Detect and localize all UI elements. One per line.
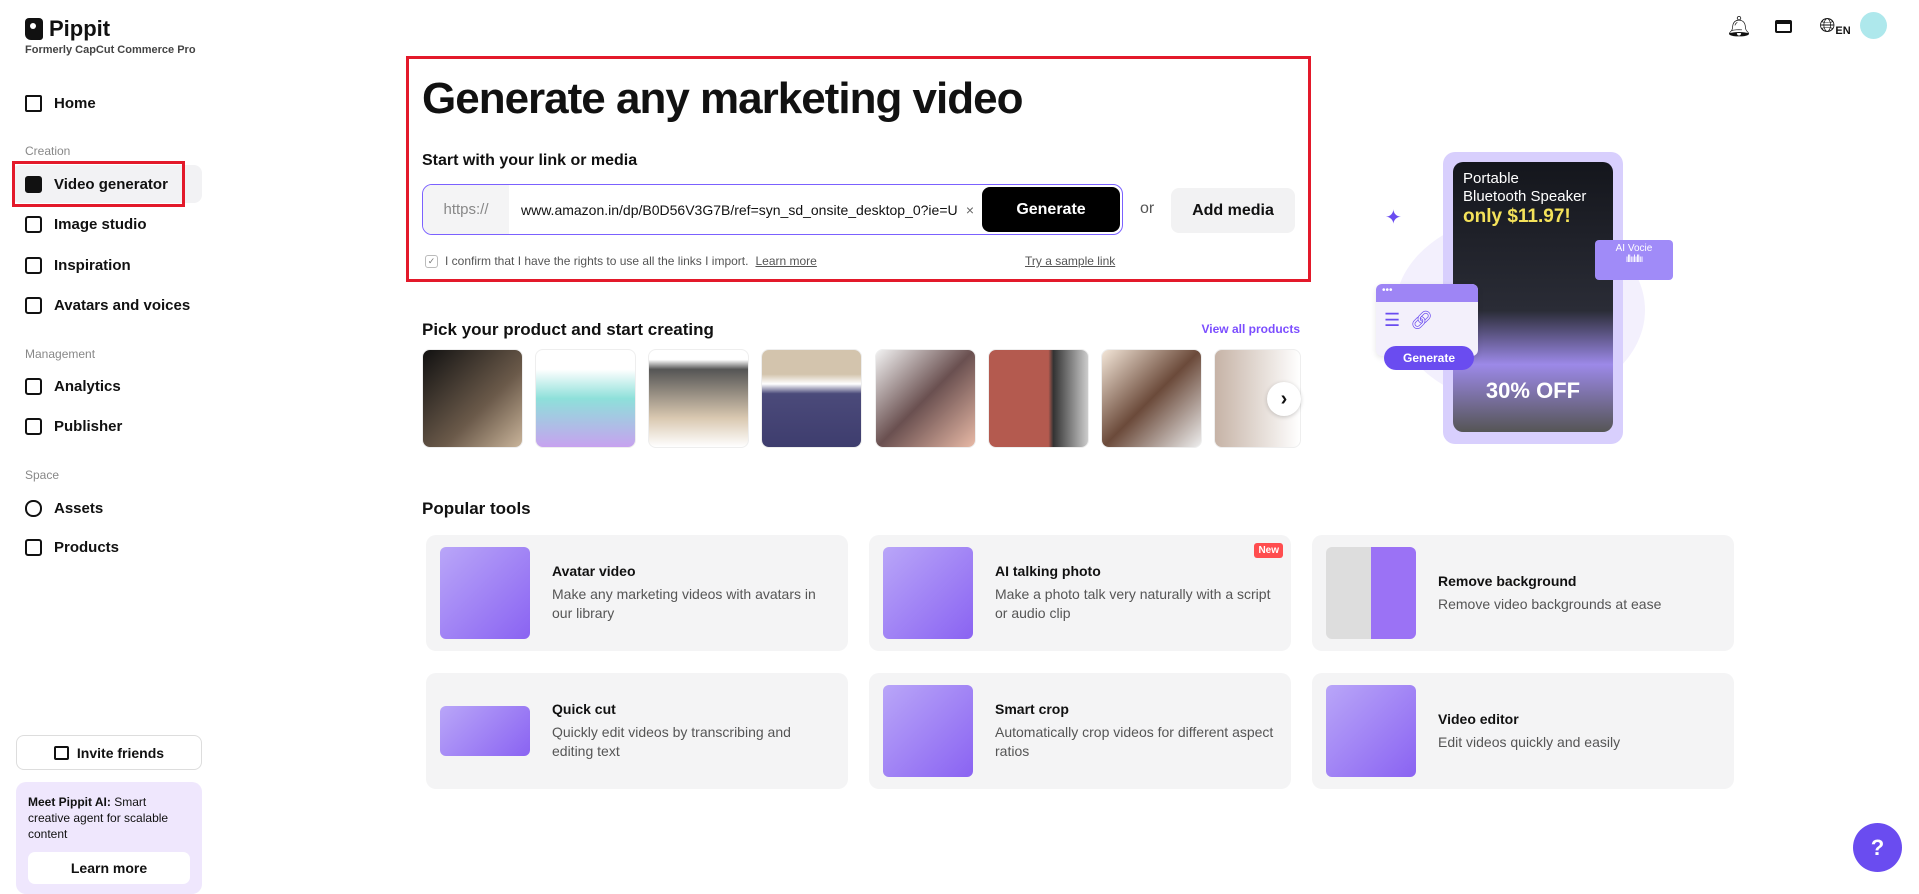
next-arrow-button[interactable]: › (1267, 382, 1301, 416)
add-media-button[interactable]: Add media (1171, 188, 1295, 233)
or-separator: or (1140, 200, 1155, 217)
user-avatar[interactable] (1860, 12, 1887, 39)
calendar-icon (25, 417, 42, 435)
tool-card-remove-background[interactable]: Remove background Remove video background… (1312, 535, 1734, 651)
help-button[interactable]: ? (1853, 823, 1902, 872)
page-title: Generate any marketing video (422, 74, 1023, 123)
sparkle-icon: ✦ (1385, 207, 1402, 229)
product-thumbnail[interactable] (422, 349, 523, 448)
image-plus-icon (25, 215, 42, 233)
section-creation: Creation (25, 144, 71, 158)
product-link-input[interactable] (509, 201, 958, 218)
pippit-logo[interactable]: Pippit (25, 16, 110, 42)
cloud-icon (25, 499, 42, 517)
promo-text: Meet Pippit AI: Smart creative agent for… (28, 795, 169, 841)
inspiration-icon (25, 256, 42, 274)
video-editor-thumbnail (1326, 685, 1416, 777)
pippit-logo-icon (25, 18, 43, 40)
bag-icon (25, 538, 42, 556)
protocol-prefix: https:// (423, 185, 509, 234)
sidebar-item-image-studio[interactable]: Image studio (12, 205, 202, 243)
product-thumbnail[interactable] (988, 349, 1089, 448)
sidebar-item-publisher[interactable]: Publisher (12, 407, 202, 445)
smart-crop-thumbnail (883, 685, 973, 777)
try-sample-link[interactable]: Try a sample link (1025, 254, 1115, 268)
popular-tools-heading: Popular tools (422, 499, 531, 518)
tool-card-smart-crop[interactable]: Smart crop Automatically crop videos for … (869, 673, 1291, 789)
products-heading: Pick your product and start creating (422, 320, 714, 339)
tool-card-avatar-video[interactable]: Avatar video Make any marketing videos wi… (426, 535, 848, 651)
language-button[interactable]: 🌐︎ EN (1818, 14, 1852, 38)
generate-button[interactable]: Generate (982, 187, 1120, 232)
quick-cut-thumbnail (440, 706, 530, 756)
analytics-icon (25, 377, 42, 395)
stack-icon[interactable] (1771, 14, 1795, 38)
tool-card-video-editor[interactable]: Video editor Edit videos quickly and easi… (1312, 673, 1734, 789)
bell-icon[interactable]: 🔔︎ (1726, 14, 1751, 38)
link-input-group: https:// × Generate (422, 184, 1123, 235)
pippit-ai-promo: Meet Pippit AI: Smart creative agent for… (16, 782, 202, 894)
learn-more-link[interactable]: Learn more (755, 254, 816, 268)
confirm-checkbox[interactable]: ✓ (425, 254, 438, 268)
view-all-products-link[interactable]: View all products (1200, 322, 1300, 336)
home-icon (25, 94, 42, 112)
section-management: Management (25, 347, 96, 361)
tool-card-quick-cut[interactable]: Quick cut Quickly edit videos by transcri… (426, 673, 848, 789)
rights-confirmation: ✓ I confirm that I have the rights to us… (425, 254, 817, 268)
highlight-box-sidebar (12, 161, 185, 207)
product-thumbnail[interactable] (648, 349, 749, 448)
globe-icon: 🌐︎ (1819, 14, 1836, 37)
brand-tagline: Formerly CapCut Commerce Pro (25, 44, 196, 56)
product-thumbnail[interactable] (535, 349, 636, 448)
ai-voice-badge: AI Vocie ıllıılıllıı (1595, 240, 1673, 280)
product-thumbnail[interactable] (875, 349, 976, 448)
learn-more-button[interactable]: Learn more (28, 852, 190, 884)
sidebar-item-avatars-and-voices[interactable]: Avatars and voices (12, 286, 202, 324)
link-icon: ☰ 🔗︎ (1384, 310, 1433, 330)
product-thumbnail[interactable] (1101, 349, 1202, 448)
sidebar-item-home[interactable]: Home (12, 84, 202, 122)
avatar-video-thumbnail (440, 547, 530, 639)
invite-friends-button[interactable]: Invite friends (16, 735, 202, 770)
section-space: Space (25, 468, 60, 482)
sidebar-item-assets[interactable]: Assets (12, 489, 202, 527)
illustration-generate-pill: Generate (1384, 346, 1474, 370)
gift-icon (53, 745, 69, 760)
product-thumbnail[interactable] (761, 349, 862, 448)
sidebar-item-inspiration[interactable]: Inspiration (12, 246, 202, 284)
input-section-label: Start with your link or media (422, 152, 638, 169)
tool-card-ai-talking-photo[interactable]: AI talking photo Make a photo talk very n… (869, 535, 1291, 651)
new-badge: New (1254, 543, 1283, 558)
sidebar-item-products[interactable]: Products (12, 528, 202, 566)
avatar-icon (25, 296, 42, 314)
sidebar-item-analytics[interactable]: Analytics (12, 367, 202, 405)
remove-background-thumbnail (1326, 547, 1416, 639)
clear-input-icon[interactable]: × (966, 202, 974, 218)
ai-talking-photo-thumbnail (883, 547, 973, 639)
